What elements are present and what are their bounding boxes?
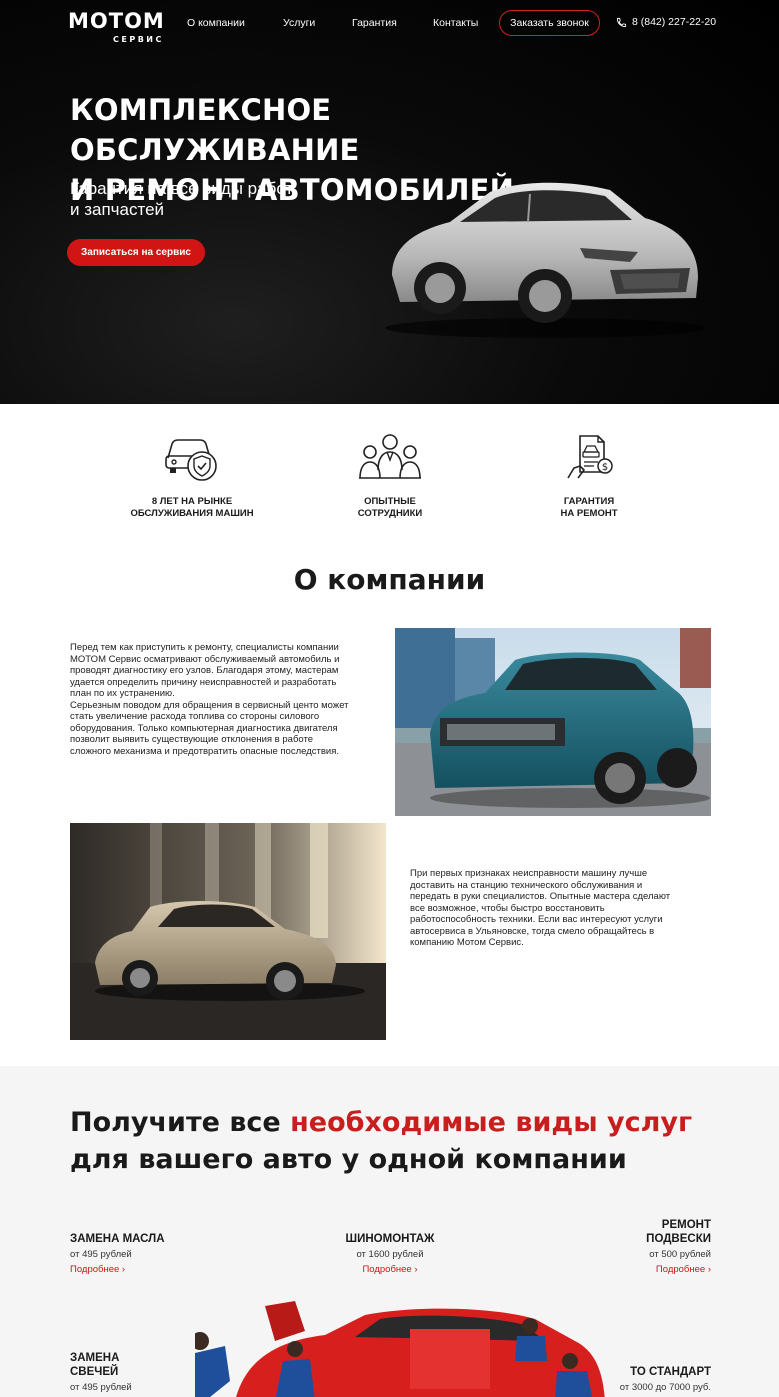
feature-staff: ОПЫТНЫЕ СОТРУДНИКИ <box>290 432 490 520</box>
hero-title-line1: КОМПЛЕКСНОЕ ОБСЛУЖИВАНИЕ <box>70 93 360 167</box>
callback-button[interactable]: Заказать звонок <box>499 10 600 36</box>
service-oil-change: ЗАМЕНА МАСЛА от 495 рублей Подробнее › <box>70 1232 165 1275</box>
service-more-link[interactable]: Подробнее › <box>310 1264 470 1275</box>
feature-warranty-line2: НА РЕМОНТ <box>560 508 618 519</box>
services-title-part1: Получите все <box>70 1107 291 1138</box>
logo-main-text: МОТОМ <box>68 9 165 33</box>
blue-suv-image <box>395 628 711 816</box>
team-icon <box>359 434 421 479</box>
about-paragraph-2: Серьезным поводом для обращения в сервис… <box>70 699 349 757</box>
service-price: от 500 рублей <box>649 1249 711 1260</box>
feature-staff-label: ОПЫТНЫЕ СОТРУДНИКИ <box>290 496 490 520</box>
feature-warranty-label: ГАРАНТИЯ НА РЕМОНТ <box>489 496 689 520</box>
nav-link-about[interactable]: О компании <box>187 17 245 29</box>
services-title-line2: для вашего авто у одной компании <box>70 1144 627 1175</box>
feature-experience: 8 ЛЕТ НА РЫНКЕ ОБСЛУЖИВАНИЯ МАШИН <box>92 432 292 520</box>
sedan-photo <box>70 823 386 1040</box>
nav-link-contacts[interactable]: Контакты <box>433 17 478 29</box>
feature-experience-label: 8 ЛЕТ НА РЫНКЕ ОБСЛУЖИВАНИЯ МАШИН <box>92 496 292 520</box>
service-name-line1: РЕМОНТ <box>661 1219 711 1231</box>
hero-car-image <box>385 182 705 338</box>
services-section: Получите все необходимые виды услуг для … <box>0 1066 779 1397</box>
feature-experience-line1: 8 ЛЕТ НА РЫНКЕ <box>151 496 233 507</box>
hero-subtitle-line2: и запчастей <box>70 200 165 219</box>
logo[interactable]: МОТОМ СЕРВИС <box>68 9 165 44</box>
nav-link-services[interactable]: Услуги <box>283 17 315 29</box>
service-name-line2: СВЕЧЕЙ <box>70 1366 119 1378</box>
hero-subtitle-line1: Гарантия на все виды работ <box>70 179 294 198</box>
service-more-link[interactable]: Подробнее › <box>70 1264 165 1275</box>
services-title-highlight: необходимые виды услуг <box>290 1107 693 1138</box>
phone-link[interactable]: 8 (842) 227-22-20 <box>616 16 716 28</box>
warranty-document-icon: $ <box>567 435 613 479</box>
gold-sedan-image <box>70 823 386 1040</box>
logo-sub-text: СЕРВИС <box>113 35 164 44</box>
service-spark-plugs: ЗАМЕНА СВЕЧЕЙ от 495 рублей <box>70 1351 132 1393</box>
service-suspension-repair: РЕМОНТ ПОДВЕСКИ от 500 рублей Подробнее … <box>571 1218 711 1275</box>
about-text-block-2: При первых признаках неисправности машин… <box>410 868 685 949</box>
service-name: ЗАМЕНА СВЕЧЕЙ <box>70 1351 132 1379</box>
svg-text:$: $ <box>602 462 608 473</box>
hero-section: МОТОМ СЕРВИС О компании Услуги Гарантия … <box>0 0 779 404</box>
nav-link-warranty[interactable]: Гарантия <box>352 17 397 29</box>
about-title: О компании <box>293 563 486 596</box>
phone-icon <box>616 17 627 27</box>
top-navigation: МОТОМ СЕРВИС О компании Услуги Гарантия … <box>0 0 779 46</box>
service-more-link[interactable]: Подробнее › <box>571 1264 711 1275</box>
service-price: от 495 рублей <box>70 1382 132 1393</box>
service-name: РЕМОНТ ПОДВЕСКИ <box>571 1218 711 1246</box>
service-name-line2: ПОДВЕСКИ <box>646 1233 711 1245</box>
feature-warranty-line1: ГАРАНТИЯ <box>563 496 615 507</box>
feature-experience-line2: ОБСЛУЖИВАНИЯ МАШИН <box>130 508 254 519</box>
services-title: Получите все необходимые виды услуг для … <box>70 1104 730 1178</box>
service-price: от 495 рублей <box>70 1249 132 1260</box>
red-car-mechanics-image <box>195 1301 605 1397</box>
service-name-line1: ЗАМЕНА <box>70 1352 120 1364</box>
phone-number: 8 (842) 227-22-20 <box>632 16 717 28</box>
feature-staff-line2: СОТРУДНИКИ <box>357 508 423 519</box>
about-paragraph-3: При первых признаках неисправности машин… <box>410 868 671 948</box>
about-text-block-1: Перед тем как приступить к ремонту, спец… <box>70 642 355 757</box>
feature-warranty: $ ГАРАНТИЯ НА РЕМОНТ <box>489 432 689 520</box>
suv-photo <box>395 628 711 816</box>
hero-subtitle: Гарантия на все виды работ и запчастей <box>70 178 340 220</box>
service-name: ЗАМЕНА МАСЛА <box>70 1233 165 1245</box>
service-name: ШИНОМОНТАЖ <box>345 1233 435 1245</box>
book-service-button[interactable]: Записаться на сервис <box>67 239 205 266</box>
car-shield-icon <box>165 439 217 481</box>
service-tire-fitting: ШИНОМОНТАЖ от 1600 рублей Подробнее › <box>310 1232 470 1275</box>
service-price: от 1600 рублей <box>356 1249 424 1260</box>
feature-staff-line1: ОПЫТНЫЕ <box>364 496 416 507</box>
about-paragraph-1: Перед тем как приступить к ремонту, спец… <box>70 642 340 699</box>
